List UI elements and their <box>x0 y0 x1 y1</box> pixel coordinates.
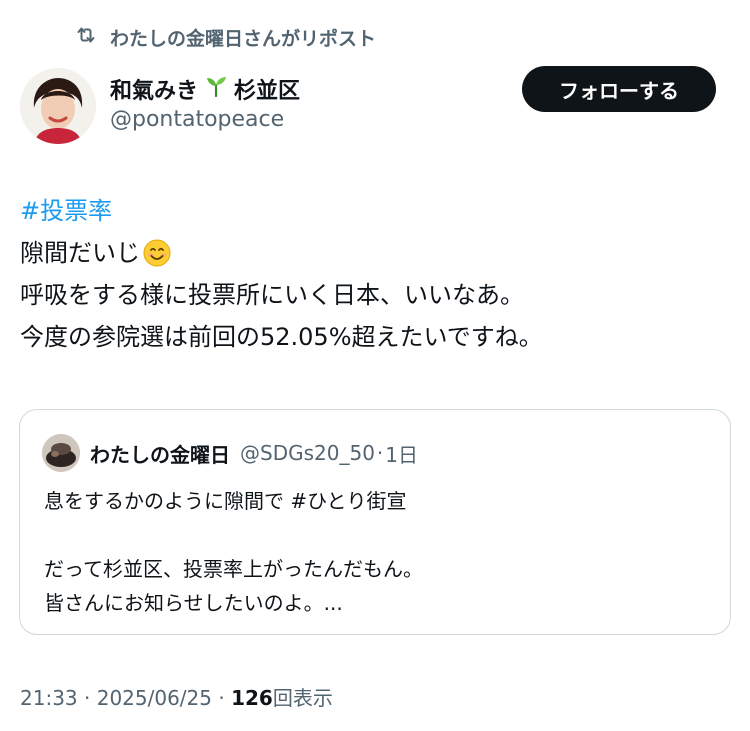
quoted-tweet-text: 息をするかのように隙間で #ひとり街宣 だって杉並区、投票率上がったんだもん。 … <box>44 484 423 620</box>
tweet-text: #投票率 隙間だいじ 呼吸をする様に投票所にいく日本、いいなあ。 今度の参院選は… <box>20 190 730 358</box>
quoted-line-1: 息をするかのように隙間で #ひとり街宣 <box>44 489 407 513</box>
quoted-separator: · <box>376 441 384 465</box>
quoted-tweet[interactable]: わたしの金曜日 @SDGs20_50 · 1日 息をするかのように隙間で #ひと… <box>19 409 731 635</box>
tweet-time[interactable]: 21:33 <box>20 686 78 710</box>
follow-button[interactable]: フォローする <box>522 66 716 112</box>
meta-separator: · <box>84 686 91 710</box>
tweet-line-4: 今度の参院選は前回の52.05%超えたいですね。 <box>20 323 543 351</box>
repost-icon <box>74 23 98 52</box>
quoted-line-2: だって杉並区、投票率上がったんだもん。 <box>44 557 423 581</box>
tweet-meta: 21:33 · 2025/06/25 · 126回表示 <box>20 682 333 711</box>
author-name[interactable]: 和氣みき 杉並区 <box>110 73 300 105</box>
quoted-avatar <box>42 434 80 472</box>
avatar[interactable] <box>20 68 96 144</box>
seedling-icon <box>204 74 228 104</box>
quoted-timestamp: 1日 <box>385 442 419 467</box>
meta-separator: · <box>218 686 225 710</box>
author-handle[interactable]: @pontatopeace <box>110 107 284 132</box>
tweet-line-2: 隙間だいじ <box>20 239 140 267</box>
quoted-author-name: わたしの金曜日 <box>90 442 230 467</box>
smiling-face-icon <box>142 238 172 268</box>
repost-text: わたしの金曜日さんがリポスト <box>110 27 377 50</box>
quoted-line-3: 皆さんにお知らせしたいのよ。... <box>44 591 343 615</box>
views-label: 回表示 <box>272 686 333 710</box>
hashtag-link[interactable]: #投票率 <box>20 190 112 232</box>
tweet-date[interactable]: 2025/06/25 <box>97 686 212 710</box>
quoted-author-handle: @SDGs20_50 <box>240 441 375 465</box>
author-name-suffix: 杉並区 <box>234 79 301 104</box>
tweet-line-3: 呼吸をする様に投票所にいく日本、いいなあ。 <box>20 281 524 309</box>
repost-context[interactable]: わたしの金曜日さんがリポスト <box>74 22 376 52</box>
quoted-tweet-header: わたしの金曜日 @SDGs20_50 · 1日 <box>42 434 418 472</box>
views-count: 126 <box>231 686 273 710</box>
author-name-text: 和氣みき <box>110 79 199 104</box>
